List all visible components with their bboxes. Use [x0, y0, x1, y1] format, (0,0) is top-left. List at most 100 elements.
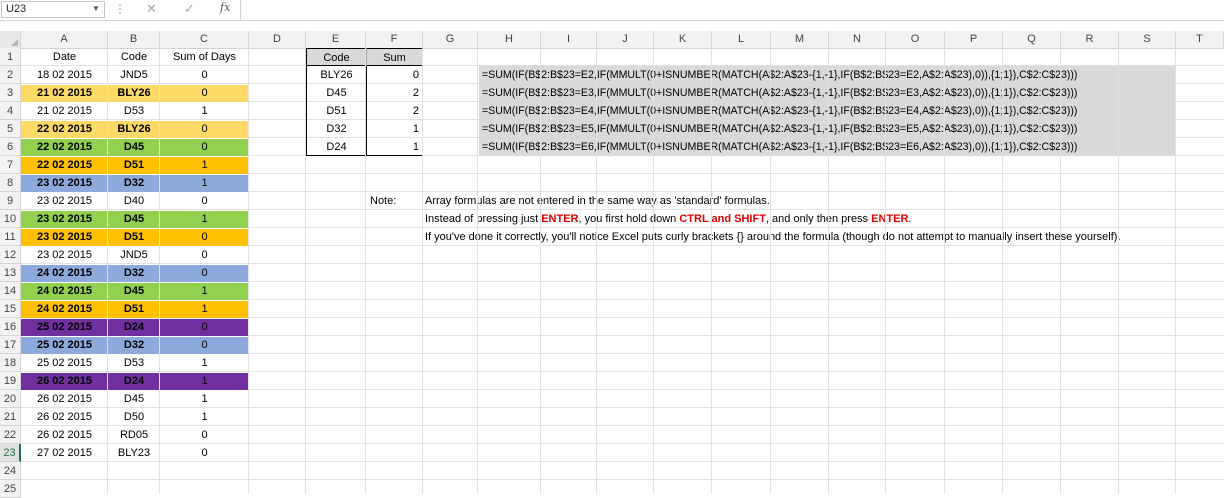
- lookup-sum-cell[interactable]: 1: [366, 120, 423, 138]
- table-left-header[interactable]: Sum of Days: [160, 48, 249, 66]
- date-cell[interactable]: 26 02 2015: [21, 427, 108, 444]
- lookup-sum-cell[interactable]: 1: [366, 138, 423, 156]
- formula-input[interactable]: [246, 1, 1224, 19]
- code-cell[interactable]: D45: [108, 139, 160, 156]
- code-cell[interactable]: D32: [108, 175, 160, 192]
- code-cell[interactable]: D45: [108, 211, 160, 228]
- date-cell[interactable]: 22 02 2015: [21, 121, 108, 138]
- column-header-a[interactable]: A: [21, 31, 108, 48]
- lookup-code-cell[interactable]: D51: [306, 102, 366, 120]
- code-cell[interactable]: D45: [108, 283, 160, 300]
- column-header-n[interactable]: N: [829, 31, 886, 48]
- date-cell[interactable]: 25 02 2015: [21, 355, 108, 372]
- row-header-2[interactable]: 2: [0, 66, 21, 84]
- row-header-1[interactable]: 1: [0, 48, 21, 66]
- column-header-b[interactable]: B: [108, 31, 160, 48]
- code-cell[interactable]: D45: [108, 391, 160, 408]
- sum-of-days-cell[interactable]: 1: [160, 211, 249, 228]
- date-cell[interactable]: 23 02 2015: [21, 229, 108, 246]
- table-right-header[interactable]: Sum: [366, 48, 423, 66]
- row-header-5[interactable]: 5: [0, 120, 21, 138]
- lookup-sum-cell[interactable]: 2: [366, 84, 423, 102]
- sum-of-days-cell[interactable]: 0: [160, 229, 249, 246]
- column-header-q[interactable]: Q: [1003, 31, 1061, 48]
- column-header-c[interactable]: C: [160, 31, 249, 48]
- column-header-l[interactable]: L: [712, 31, 771, 48]
- date-cell[interactable]: 24 02 2015: [21, 301, 108, 318]
- lookup-sum-cell[interactable]: 0: [366, 66, 423, 84]
- sum-of-days-cell[interactable]: 1: [160, 175, 249, 192]
- row-header-8[interactable]: 8: [0, 174, 21, 192]
- date-cell[interactable]: 26 02 2015: [21, 409, 108, 426]
- sum-of-days-cell[interactable]: 1: [160, 157, 249, 174]
- date-cell[interactable]: 26 02 2015: [21, 391, 108, 408]
- column-header-k[interactable]: K: [654, 31, 712, 48]
- lookup-code-cell[interactable]: D32: [306, 120, 366, 138]
- sum-of-days-cell[interactable]: 0: [160, 445, 249, 462]
- sum-of-days-cell[interactable]: 1: [160, 103, 249, 120]
- sum-of-days-cell[interactable]: 0: [160, 319, 249, 336]
- sum-of-days-cell[interactable]: 1: [160, 355, 249, 372]
- lookup-code-cell[interactable]: D45: [306, 84, 366, 102]
- row-header-16[interactable]: 16: [0, 318, 21, 336]
- column-header-r[interactable]: R: [1061, 31, 1119, 48]
- date-cell[interactable]: 23 02 2015: [21, 175, 108, 192]
- sum-of-days-cell[interactable]: 0: [160, 265, 249, 282]
- date-cell[interactable]: 21 02 2015: [21, 85, 108, 102]
- row-header-22[interactable]: 22: [0, 426, 21, 444]
- column-header-j[interactable]: J: [597, 31, 654, 48]
- column-header-d[interactable]: D: [249, 31, 306, 48]
- more-options-icon[interactable]: ⋮: [114, 2, 126, 16]
- code-cell[interactable]: D50: [108, 409, 160, 426]
- row-header-11[interactable]: 11: [0, 228, 21, 246]
- date-cell[interactable]: 25 02 2015: [21, 337, 108, 354]
- column-header-e[interactable]: E: [306, 31, 366, 48]
- column-header-t[interactable]: T: [1176, 31, 1224, 48]
- date-cell[interactable]: 23 02 2015: [21, 211, 108, 228]
- date-cell[interactable]: 24 02 2015: [21, 283, 108, 300]
- row-header-17[interactable]: 17: [0, 336, 21, 354]
- sum-of-days-cell[interactable]: 1: [160, 409, 249, 426]
- sum-of-days-cell[interactable]: 0: [160, 247, 249, 264]
- code-cell[interactable]: D32: [108, 337, 160, 354]
- row-header-12[interactable]: 12: [0, 246, 21, 264]
- code-cell[interactable]: BLY26: [108, 121, 160, 138]
- lookup-code-cell[interactable]: D24: [306, 138, 366, 156]
- code-cell[interactable]: D51: [108, 229, 160, 246]
- row-header-7[interactable]: 7: [0, 156, 21, 174]
- row-header-10[interactable]: 10: [0, 210, 21, 228]
- row-header-18[interactable]: 18: [0, 354, 21, 372]
- column-header-h[interactable]: H: [478, 31, 541, 48]
- sum-of-days-cell[interactable]: 0: [160, 427, 249, 444]
- date-cell[interactable]: 22 02 2015: [21, 139, 108, 156]
- row-header-23[interactable]: 23: [0, 444, 21, 462]
- code-cell[interactable]: D53: [108, 355, 160, 372]
- date-cell[interactable]: 18 02 2015: [21, 67, 108, 84]
- sum-of-days-cell[interactable]: 0: [160, 121, 249, 138]
- check-icon[interactable]: ✓: [184, 1, 195, 17]
- sum-of-days-cell[interactable]: 0: [160, 85, 249, 102]
- fx-icon[interactable]: fx: [220, 1, 230, 14]
- column-header-m[interactable]: M: [771, 31, 829, 48]
- sum-of-days-cell[interactable]: 1: [160, 373, 249, 390]
- sum-of-days-cell[interactable]: 0: [160, 337, 249, 354]
- code-cell[interactable]: D53: [108, 103, 160, 120]
- code-cell[interactable]: D51: [108, 301, 160, 318]
- lookup-sum-cell[interactable]: 2: [366, 102, 423, 120]
- row-header-21[interactable]: 21: [0, 408, 21, 426]
- column-header-f[interactable]: F: [366, 31, 423, 48]
- row-header-13[interactable]: 13: [0, 264, 21, 282]
- lookup-code-cell[interactable]: BLY26: [306, 66, 366, 84]
- date-cell[interactable]: 24 02 2015: [21, 265, 108, 282]
- row-header-3[interactable]: 3: [0, 84, 21, 102]
- column-header-o[interactable]: O: [886, 31, 945, 48]
- table-left-header[interactable]: Code: [108, 48, 160, 66]
- code-cell[interactable]: BLY23: [108, 445, 160, 462]
- row-header-4[interactable]: 4: [0, 102, 21, 120]
- column-header-s[interactable]: S: [1119, 31, 1176, 48]
- row-header-20[interactable]: 20: [0, 390, 21, 408]
- code-cell[interactable]: JND5: [108, 247, 160, 264]
- date-cell[interactable]: 27 02 2015: [21, 445, 108, 462]
- column-header-p[interactable]: P: [945, 31, 1003, 48]
- row-header-6[interactable]: 6: [0, 138, 21, 156]
